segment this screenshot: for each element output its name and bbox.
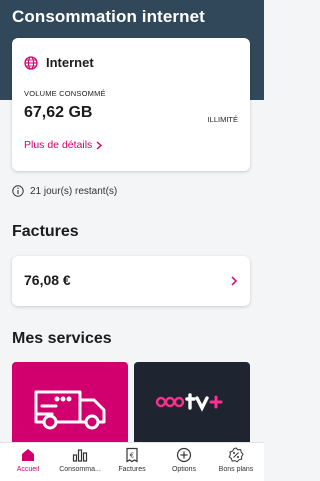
globe-icon xyxy=(24,56,38,70)
invoice-amount: 76,08 € xyxy=(24,272,71,288)
discount-icon xyxy=(228,447,244,463)
volume-value: 67,62 GB xyxy=(24,104,93,121)
tv-plus-logo-icon xyxy=(155,393,223,412)
invoice-icon: € xyxy=(126,447,138,463)
internet-card-title: Internet xyxy=(46,55,94,70)
nav-label-home: Accueil xyxy=(16,466,40,473)
remaining-days-text: 21 jour(s) restant(s) xyxy=(30,185,118,197)
nav-item-invoices[interactable]: € Factures xyxy=(107,447,157,473)
van-icon xyxy=(34,390,106,430)
page-title: Consommation internet xyxy=(12,7,205,26)
invoices-title: Factures xyxy=(12,223,79,240)
nav-label-invoices: Factures xyxy=(118,466,146,473)
invoice-card[interactable]: 76,08 € xyxy=(12,256,250,306)
plus-circle-icon xyxy=(176,447,192,463)
service-tile-tv[interactable] xyxy=(134,362,250,450)
nav-item-usage[interactable]: Consomma... xyxy=(55,447,105,473)
details-link-label: Plus de détails xyxy=(24,139,93,151)
internet-usage-card: Internet VOLUME CONSOMMÉ 67,62 GB ILLIMI… xyxy=(12,38,250,171)
services-title: Mes services xyxy=(12,330,112,347)
usage-bars-icon xyxy=(72,449,88,462)
nav-item-options[interactable]: Options xyxy=(159,447,209,473)
nav-label-options: Options xyxy=(171,466,197,473)
nav-label-usage: Consomma... xyxy=(59,466,101,473)
home-icon xyxy=(22,449,34,461)
nav-label-deals: Bons plans xyxy=(218,466,254,473)
bottom-navigation: Accueil Consomma... € Factures Options B… xyxy=(0,442,264,481)
info-icon xyxy=(12,185,24,197)
svg-text:€: € xyxy=(130,452,134,460)
volume-label: VOLUME CONSOMMÉ xyxy=(24,89,106,98)
service-tile-mobile[interactable] xyxy=(12,362,128,450)
nav-item-deals[interactable]: Bons plans xyxy=(211,447,261,473)
details-link[interactable]: Plus de détails xyxy=(24,139,103,151)
chevron-right-icon xyxy=(96,140,103,150)
remaining-days: 21 jour(s) restant(s) xyxy=(12,185,117,197)
unlimited-label: ILLIMITÉ xyxy=(207,115,238,124)
chevron-right-icon xyxy=(231,276,238,286)
nav-item-home[interactable]: Accueil xyxy=(3,447,53,473)
